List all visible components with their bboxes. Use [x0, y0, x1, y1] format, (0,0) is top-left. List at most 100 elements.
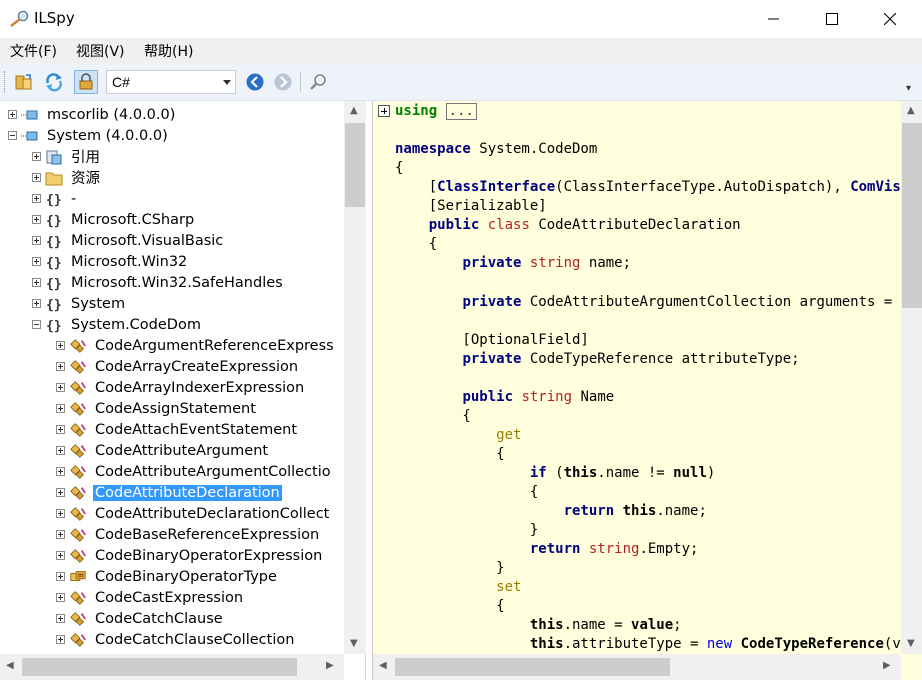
code-editor[interactable]: using ... namespace System.CodeDom{ [Clas…: [373, 101, 901, 654]
expand-icon[interactable]: [56, 446, 65, 455]
collapse-icon[interactable]: [32, 320, 41, 329]
scroll-down-icon[interactable]: ▼: [350, 638, 358, 649]
tree-item[interactable]: System (4.0.0.0): [8, 125, 170, 146]
tree-item-label: CodeCatchClauseCollection: [95, 631, 295, 648]
expand-icon[interactable]: [8, 110, 17, 119]
menu-file[interactable]: 文件(F): [10, 41, 57, 61]
toolbar: C# ▾: [0, 63, 922, 101]
close-button[interactable]: [861, 0, 919, 38]
expand-icon[interactable]: [32, 152, 41, 161]
tree-item[interactable]: CodeCatchClause: [56, 608, 225, 629]
tree-item-label: CodeAttributeDeclarationCollect: [95, 505, 330, 522]
scroll-left-icon[interactable]: ◀: [6, 660, 14, 671]
code-hscroll-thumb[interactable]: [395, 658, 670, 676]
ilspy-logo-icon: [8, 10, 30, 28]
tree-item[interactable]: {} Microsoft.VisualBasic: [32, 230, 225, 251]
reload-button[interactable]: [42, 70, 66, 94]
tree-hscroll-thumb[interactable]: [22, 658, 297, 676]
show-internal-button[interactable]: [74, 70, 98, 94]
collapse-icon[interactable]: [8, 131, 17, 140]
menu-help[interactable]: 帮助(H): [144, 41, 193, 61]
code-token: return: [529, 541, 581, 558]
tree-item[interactable]: 资源: [32, 167, 102, 188]
tree-vertical-scrollbar[interactable]: ▲ ▼: [344, 101, 366, 654]
tree-item[interactable]: CodeArrayIndexerExpression: [56, 377, 306, 398]
back-button[interactable]: [243, 70, 267, 94]
dropdown-arrow-icon[interactable]: [223, 80, 231, 85]
tree-item[interactable]: CodeAttributeArgumentCollectio: [56, 461, 333, 482]
expand-icon[interactable]: [56, 488, 65, 497]
fold-expand-icon[interactable]: [378, 105, 390, 117]
code-token: public: [428, 217, 480, 234]
expand-icon[interactable]: [56, 362, 65, 371]
expand-icon[interactable]: [56, 614, 65, 623]
tree-item[interactable]: {} -: [32, 188, 78, 209]
code-vertical-scrollbar[interactable]: ▲ ▼: [901, 101, 922, 654]
tree-item[interactable]: CodeArgumentReferenceExpress: [56, 335, 336, 356]
expand-icon[interactable]: [56, 530, 65, 539]
expand-icon[interactable]: [32, 257, 41, 266]
expand-icon[interactable]: [56, 593, 65, 602]
tree-item[interactable]: CodeAttributeDeclarationCollect: [56, 503, 331, 524]
code-horizontal-scrollbar[interactable]: ◀ ▶: [373, 654, 901, 680]
expand-icon[interactable]: [56, 572, 65, 581]
code-token: get: [496, 426, 522, 443]
scroll-left-icon[interactable]: ◀: [379, 660, 387, 671]
tree-horizontal-scrollbar[interactable]: ◀ ▶: [0, 654, 344, 680]
tree-item[interactable]: CodeBinaryOperatorExpression: [56, 545, 324, 566]
tree-vscroll-thumb[interactable]: [345, 123, 365, 207]
collapsed-region-marker[interactable]: ...: [445, 103, 477, 120]
tree-item[interactable]: 引用: [32, 146, 102, 167]
scroll-down-icon[interactable]: ▼: [907, 638, 915, 649]
expand-icon[interactable]: [56, 341, 65, 350]
tree-item[interactable]: CodeCastExpression: [56, 587, 245, 608]
expand-icon[interactable]: [56, 425, 65, 434]
tree-item[interactable]: CodeAttachEventStatement: [56, 419, 299, 440]
tree-item[interactable]: CodeBinaryOperatorType: [56, 566, 279, 587]
toolbar-overflow-icon[interactable]: ▾: [906, 83, 911, 94]
expand-icon[interactable]: [32, 299, 41, 308]
expand-icon[interactable]: [32, 215, 41, 224]
scroll-up-icon[interactable]: ▲: [350, 105, 358, 116]
expand-icon[interactable]: [56, 509, 65, 518]
scroll-right-icon[interactable]: ▶: [883, 660, 891, 671]
scroll-right-icon[interactable]: ▶: [326, 660, 334, 671]
expand-icon[interactable]: [56, 551, 65, 560]
tree-item[interactable]: CodeBaseReferenceExpression: [56, 524, 321, 545]
tree-item[interactable]: CodeAssignStatement: [56, 398, 258, 419]
assembly-tree[interactable]: mscorlib (4.0.0.0) System (4.0.0.0) 引用 资源{}…: [0, 101, 344, 654]
toolbar-grip[interactable]: [4, 71, 7, 93]
tree-item[interactable]: {} Microsoft.Win32: [32, 251, 189, 272]
expand-icon[interactable]: [32, 236, 41, 245]
search-button[interactable]: [306, 70, 330, 94]
tree-item[interactable]: {} System: [32, 293, 127, 314]
expand-icon[interactable]: [32, 278, 41, 287]
maximize-button[interactable]: [803, 0, 861, 38]
open-file-button[interactable]: [12, 70, 36, 94]
forward-button[interactable]: [271, 70, 295, 94]
tree-item[interactable]: {} System.CodeDom: [32, 314, 203, 335]
minimize-button[interactable]: [745, 0, 803, 38]
expand-icon[interactable]: [32, 194, 41, 203]
tree-item[interactable]: {} Microsoft.Win32.SafeHandles: [32, 272, 285, 293]
expand-icon[interactable]: [32, 173, 41, 182]
code-vscroll-thumb[interactable]: [902, 123, 922, 308]
tree-item[interactable]: mscorlib (4.0.0.0): [8, 104, 177, 125]
tree-item[interactable]: CodeArrayCreateExpression: [56, 356, 300, 377]
code-line: private string name;: [395, 254, 631, 273]
scroll-up-icon[interactable]: ▲: [907, 105, 915, 116]
tree-item[interactable]: CodeCatchClauseCollection: [56, 629, 296, 650]
language-select[interactable]: C#: [106, 70, 236, 94]
expand-icon[interactable]: [56, 404, 65, 413]
expand-icon[interactable]: [56, 383, 65, 392]
tree-item[interactable]: CodeAttributeArgument: [56, 440, 270, 461]
tree-item[interactable]: {} Microsoft.CSharp: [32, 209, 196, 230]
tree-item[interactable]: CodeAttributeDeclaration: [56, 482, 282, 503]
code-token: private: [462, 350, 522, 367]
code-token: this: [563, 464, 598, 481]
class-icon: [69, 506, 87, 522]
menu-view[interactable]: 视图(V): [76, 41, 125, 61]
expand-icon[interactable]: [56, 635, 65, 644]
expand-icon[interactable]: [56, 467, 65, 476]
code-line: }: [395, 521, 538, 540]
